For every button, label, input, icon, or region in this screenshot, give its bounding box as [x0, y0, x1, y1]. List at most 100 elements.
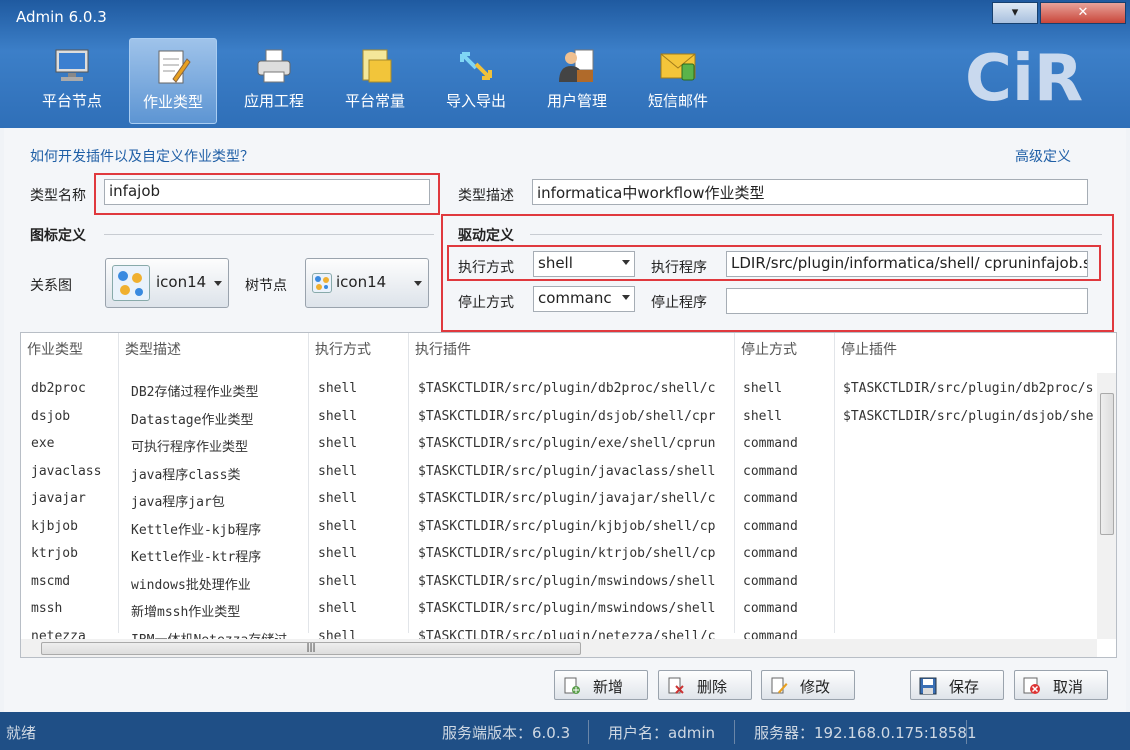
nav-label: 短信邮件: [647, 92, 708, 110]
minimize-button[interactable]: ▾: [992, 2, 1038, 24]
monitor-icon: [55, 49, 89, 81]
advanced-definition-link[interactable]: 高级定义: [1015, 146, 1071, 166]
column-header[interactable]: 执行方式: [315, 339, 371, 359]
table-row[interactable]: javaclass java程序class类 shell $TASKCTLDIR/sr…: [21, 460, 1097, 487]
exec-mode-value: shell: [538, 254, 573, 272]
nav-label: 平台节点: [41, 92, 102, 110]
scroll-thumb[interactable]: [1100, 393, 1114, 535]
column-header[interactable]: 执行插件: [415, 339, 471, 359]
svg-text:CiR: CiR: [965, 42, 1083, 110]
table-cell: shell: [318, 491, 358, 506]
vertical-scrollbar[interactable]: [1097, 373, 1116, 639]
table-cell: command: [743, 573, 798, 589]
nav-sms-mail[interactable]: 短信邮件: [634, 38, 722, 124]
table-row[interactable]: mscmd windows批处理作业 shell $TASKCTLDIR/src/pl…: [21, 570, 1097, 597]
type-name-label: 类型名称: [30, 188, 86, 204]
icon14-icon: [112, 265, 150, 301]
exec-program-input[interactable]: LDIR/src/plugin/informatica/shell/ cprun…: [726, 251, 1088, 277]
nav-label: 用户管理: [546, 92, 607, 110]
scroll-thumb[interactable]: |||: [41, 642, 581, 655]
stop-mode-select[interactable]: commanc: [533, 286, 635, 312]
nav-job-types[interactable]: 作业类型: [129, 38, 217, 124]
table-cell: ktrjob: [31, 546, 78, 561]
nav-label: 平台常量: [344, 92, 405, 110]
delete-button[interactable]: 删除: [658, 670, 752, 700]
mail-icon: [660, 53, 696, 81]
table-cell: command: [743, 436, 798, 451]
column-header[interactable]: 作业类型: [27, 339, 83, 359]
cancel-button[interactable]: 取消: [1014, 670, 1108, 700]
chevron-down-icon: [622, 295, 630, 300]
driver-section-title: 驱动定义: [458, 228, 514, 244]
type-name-input[interactable]: infajob: [104, 179, 430, 205]
table-cell: java程序jar包: [131, 495, 225, 510]
table-cell: windows批处理作业: [131, 577, 251, 593]
close-button[interactable]: ✕: [1040, 2, 1126, 24]
relation-icon-select[interactable]: icon14: [105, 258, 229, 308]
table-row[interactable]: dsjob Datastage作业类型 shell $TASKCTLDIR/src/p…: [21, 405, 1097, 432]
table-cell: shell: [318, 463, 358, 479]
chevron-down-icon: [214, 281, 222, 286]
table-row[interactable]: kjbjob Kettle作业-kjb程序 shell $TASKCTLDIR/src…: [21, 515, 1097, 542]
exec-mode-label: 执行方式: [458, 260, 514, 276]
table-cell: $TASKCTLDIR/src/plugin/kjbjob/shell/cp: [418, 518, 716, 534]
table-cell: $TASKCTLDIR/src/plugin/dsjob/she: [843, 408, 1093, 424]
help-link[interactable]: 如何开发插件以及自定义作业类型？: [30, 146, 254, 166]
divider: [104, 234, 434, 235]
username: 用户名：admin: [608, 724, 715, 742]
user-manage-icon: [559, 49, 594, 82]
nav-platform-nodes[interactable]: 平台节点: [28, 38, 116, 124]
table-cell: mssh: [31, 601, 63, 616]
horizontal-scrollbar[interactable]: |||: [21, 639, 1097, 657]
table-cell: shell: [318, 546, 358, 561]
exec-mode-select[interactable]: shell: [533, 251, 635, 277]
table-row[interactable]: javajar java程序jar包 shell $TASKCTLDIR/src/pl…: [21, 487, 1097, 514]
stop-program-input[interactable]: [726, 288, 1088, 314]
nav-import-export[interactable]: 导入导出: [432, 38, 520, 124]
stop-program-label: 停止程序: [651, 295, 707, 311]
type-desc-input[interactable]: informatica中workflow作业类型: [532, 179, 1088, 205]
table-cell: $TASKCTLDIR/src/plugin/ktrjob/shell/cp: [418, 546, 716, 561]
save-button[interactable]: 保存: [910, 670, 1004, 700]
table-cell: command: [743, 601, 798, 616]
nav-platform-constants[interactable]: 平台常量: [331, 38, 419, 124]
status-text: 就绪: [6, 724, 37, 742]
server-version: 服务端版本：6.0.3: [442, 724, 571, 742]
table-cell: shell: [743, 408, 783, 424]
document-pen-icon: [158, 50, 191, 84]
delete-button-label: 删除: [697, 678, 728, 696]
divider: [530, 234, 1102, 235]
table-cell: db2proc: [31, 381, 86, 396]
chevron-down-icon: [622, 260, 630, 265]
table-row[interactable]: mssh 新增mssh作业类型 shell $TASKCTLDIR/src/plugi…: [21, 597, 1097, 624]
server-address: 服务器：192.168.0.175:18581: [754, 724, 977, 742]
add-button-label: 新增: [593, 678, 624, 696]
job-type-table: 作业类型 类型描述 执行方式 执行插件 停止方式 停止插件 db2proc DB2…: [20, 332, 1117, 658]
column-header[interactable]: 类型描述: [125, 339, 181, 359]
table-cell: shell: [318, 436, 358, 451]
table-cell: java程序class类: [131, 467, 241, 483]
type-desc-label: 类型描述: [458, 188, 514, 204]
nav-app-projects[interactable]: 应用工程: [230, 38, 318, 124]
nav-user-management[interactable]: 用户管理: [533, 38, 621, 124]
divider: [588, 720, 589, 744]
table-cell: command: [743, 463, 798, 479]
divider: [966, 720, 967, 744]
table-cell: Kettle作业-kjb程序: [131, 522, 262, 538]
column-header[interactable]: 停止插件: [841, 339, 897, 359]
table-row[interactable]: exe 可执行程序作业类型 shell $TASKCTLDIR/src/plugin/…: [21, 432, 1097, 459]
add-button[interactable]: 新增: [554, 670, 648, 700]
table-cell: $TASKCTLDIR/src/plugin/javaclass/shell: [418, 463, 716, 479]
tree-icon-select[interactable]: icon14: [305, 258, 429, 308]
column-header[interactable]: 停止方式: [741, 339, 797, 359]
edit-doc-icon: [771, 677, 788, 694]
folder-file-icon: [362, 49, 392, 83]
table-row[interactable]: ktrjob Kettle作业-ktr程序 shell $TASKCTLDIR/src…: [21, 542, 1097, 569]
icon14-icon: [312, 273, 332, 293]
table-row[interactable]: db2proc DB2存储过程作业类型 shell $TASKCTLDIR/src/p…: [21, 377, 1097, 404]
nav-label: 作业类型: [142, 93, 203, 111]
tree-node-label: 树节点: [245, 278, 287, 294]
edit-button[interactable]: 修改: [761, 670, 855, 700]
table-cell: $TASKCTLDIR/src/plugin/mswindows/shell: [418, 601, 716, 616]
table-cell: $TASKCTLDIR/src/plugin/db2proc/shell/c: [418, 381, 716, 396]
